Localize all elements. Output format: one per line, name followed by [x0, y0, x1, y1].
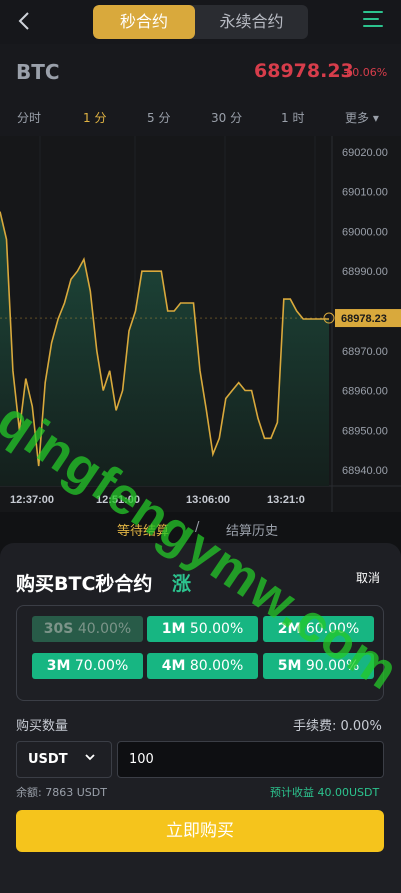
record-tabs: 等待结算 / 结算历史 [0, 512, 401, 542]
back-arrow-icon[interactable] [14, 10, 36, 32]
x-tick-label: 12:51:00 [96, 494, 140, 506]
currency-select[interactable]: USDT [16, 741, 112, 778]
currency-value: USDT [28, 752, 68, 767]
top-bar: 秒合约 永续合约 [0, 0, 401, 44]
quantity-label: 购买数量 [16, 719, 69, 734]
contract-type-switch: 秒合约 永续合约 [93, 5, 308, 39]
sheet-title: 购买BTC秒合约 [16, 573, 153, 595]
duration-options: 30S 40.00% 1M 50.00% 2M 60.00% 3M 70.00%… [16, 605, 384, 701]
tab-perpetual-contract[interactable]: 永续合约 [195, 5, 308, 39]
tf-tick[interactable]: 分时 [17, 109, 41, 126]
y-tick-label: 69010.00 [342, 187, 388, 199]
tab-second-contract[interactable]: 秒合约 [93, 5, 195, 39]
buy-now-button[interactable]: 立即购买 [16, 810, 384, 852]
amount-input[interactable]: 100 [117, 741, 384, 778]
option-2m[interactable]: 2M 60.00% [263, 616, 374, 642]
chevron-down-icon [83, 750, 97, 768]
x-tick-label: 13:06:00 [186, 494, 230, 506]
y-tick-label: 69000.00 [342, 226, 388, 238]
x-tick-label: 13:21:0 [267, 494, 305, 506]
price-chart[interactable]: 69020.00 69010.00 69000.00 68990.00 68970.00… [0, 136, 401, 512]
amount-value: 100 [129, 752, 154, 767]
option-3m[interactable]: 3M 70.00% [32, 653, 143, 679]
y-tick-label: 69020.00 [342, 147, 388, 159]
y-tick-label: 68950.00 [342, 425, 388, 437]
current-price-label: 68978.23 [341, 313, 387, 325]
fee-label: 手续费: 0.00% [293, 719, 382, 734]
option-30s[interactable]: 30S 40.00% [32, 616, 143, 642]
y-tick-label: 68940.00 [342, 465, 388, 477]
menu-icon[interactable] [363, 11, 385, 33]
option-5m[interactable]: 5M 90.00% [263, 653, 374, 679]
balance-text: 余额: 7863 USDT [16, 786, 107, 799]
price-chart-svg: 69020.00 69010.00 69000.00 68990.00 68970.00… [0, 136, 401, 512]
tab-separator: / [195, 520, 200, 535]
symbol-label: BTC [16, 60, 60, 84]
y-tick-label: 68960.00 [342, 386, 388, 398]
tf-1m[interactable]: 1 分 [83, 109, 106, 126]
expected-profit: 预计收益 40.00USDT [270, 786, 380, 799]
direction-badge: 涨 [172, 573, 192, 595]
tab-settlement-history[interactable]: 结算历史 [226, 520, 278, 539]
y-tick-label: 68990.00 [342, 266, 388, 278]
ticker-bar: BTC 68978.23 +0.06% [0, 44, 401, 98]
tf-30m[interactable]: 30 分 [211, 109, 242, 126]
option-1m[interactable]: 1M 50.00% [147, 616, 258, 642]
option-4m[interactable]: 4M 80.00% [147, 653, 258, 679]
tf-5m[interactable]: 5 分 [147, 109, 170, 126]
price-area [0, 211, 329, 486]
last-price: 68978.23 [254, 60, 354, 82]
tf-1h[interactable]: 1 时 [281, 109, 304, 126]
buy-sheet: 购买BTC秒合约 涨 取消 30S 40.00% 1M 50.00% 2M 60… [0, 543, 401, 893]
cancel-button[interactable]: 取消 [356, 569, 380, 586]
y-tick-label: 68970.00 [342, 346, 388, 358]
timeframe-bar: 分时 1 分 5 分 30 分 1 时 更多 ▾ [0, 98, 401, 136]
tf-more[interactable]: 更多 ▾ [345, 109, 379, 126]
tab-pending-settlement[interactable]: 等待结算 [117, 520, 169, 539]
x-tick-label: 12:37:00 [10, 494, 54, 506]
price-change: +0.06% [343, 66, 388, 79]
